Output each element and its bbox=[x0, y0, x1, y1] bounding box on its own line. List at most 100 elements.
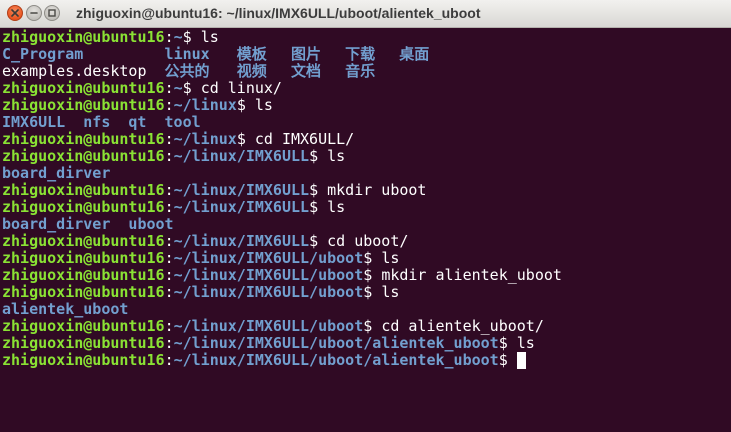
prompt-separator: : bbox=[164, 130, 174, 148]
directory-entry: 桌面 bbox=[399, 45, 430, 63]
prompt-line: zhiguoxin@ubuntu16:~/linux/IMX6ULL$ ls bbox=[2, 148, 731, 165]
directory-entry: 模板 bbox=[236, 45, 267, 63]
prompt-symbol: $ bbox=[363, 266, 373, 284]
directory-entry: board_dirver bbox=[2, 164, 111, 182]
prompt-line: zhiguoxin@ubuntu16:~/linux/IMX6ULL$ ls bbox=[2, 199, 731, 216]
file-entry: examples.desktop bbox=[2, 62, 147, 80]
prompt-path: ~/linux/IMX6ULL bbox=[173, 147, 310, 165]
prompt-line: zhiguoxin@ubuntu16:~/linux$ ls bbox=[2, 97, 731, 114]
ls-output-line: IMX6ULL nfs qt tool bbox=[2, 114, 731, 131]
prompt-separator: : bbox=[164, 334, 174, 352]
command-text: ls bbox=[327, 198, 346, 216]
prompt-line: zhiguoxin@ubuntu16:~/linux/IMX6ULL/uboot… bbox=[2, 284, 731, 301]
prompt-path: ~ bbox=[173, 79, 183, 97]
command-text: mkdir uboot bbox=[327, 181, 427, 199]
window-title: zhiguoxin@ubuntu16: ~/linux/IMX6ULL/uboo… bbox=[76, 5, 481, 21]
command-text: cd alientek_uboot/ bbox=[381, 317, 544, 335]
directory-entry: 视频 bbox=[236, 62, 267, 80]
title-bar[interactable]: zhiguoxin@ubuntu16: ~/linux/IMX6ULL/uboo… bbox=[0, 0, 731, 28]
prompt-line: zhiguoxin@ubuntu16:~/linux/IMX6ULL/uboot… bbox=[2, 318, 731, 335]
ls-output-line: C_Program linux 模板 图片 下载 桌面 bbox=[2, 46, 731, 63]
prompt-path: ~ bbox=[173, 28, 183, 46]
directory-entry: 公共的 bbox=[164, 62, 210, 80]
prompt-user-host: zhiguoxin@ubuntu16 bbox=[2, 96, 165, 114]
directory-entry: IMX6ULL bbox=[2, 113, 66, 131]
maximize-button[interactable] bbox=[44, 5, 60, 21]
ls-output-line: board_dirver bbox=[2, 165, 731, 182]
prompt-line: zhiguoxin@ubuntu16:~/linux/IMX6ULL$ cd u… bbox=[2, 233, 731, 250]
prompt-path: ~/linux/IMX6ULL bbox=[173, 232, 310, 250]
prompt-separator: : bbox=[164, 249, 174, 267]
directory-entry: board_dirver bbox=[2, 215, 111, 233]
prompt-line: zhiguoxin@ubuntu16:~/linux$ cd IMX6ULL/ bbox=[2, 131, 731, 148]
prompt-user-host: zhiguoxin@ubuntu16 bbox=[2, 79, 165, 97]
prompt-symbol: $ bbox=[309, 147, 319, 165]
ls-output-line: board_dirver uboot bbox=[2, 216, 731, 233]
directory-entry: 图片 bbox=[290, 45, 321, 63]
prompt-symbol: $ bbox=[236, 96, 246, 114]
prompt-path: ~/linux/IMX6ULL/uboot/alientek_uboot bbox=[173, 351, 499, 369]
maximize-icon bbox=[48, 9, 56, 17]
prompt-path: ~/linux/IMX6ULL/uboot bbox=[173, 283, 364, 301]
prompt-user-host: zhiguoxin@ubuntu16 bbox=[2, 317, 165, 335]
prompt-line: zhiguoxin@ubuntu16:~$ cd linux/ bbox=[2, 80, 731, 97]
prompt-separator: : bbox=[164, 79, 174, 97]
prompt-line: zhiguoxin@ubuntu16:~$ ls bbox=[2, 29, 731, 46]
prompt-user-host: zhiguoxin@ubuntu16 bbox=[2, 181, 165, 199]
prompt-user-host: zhiguoxin@ubuntu16 bbox=[2, 28, 165, 46]
directory-entry: tool bbox=[164, 113, 201, 131]
directory-entry: qt bbox=[128, 113, 147, 131]
command-text: ls bbox=[516, 334, 535, 352]
prompt-separator: : bbox=[164, 232, 174, 250]
prompt-separator: : bbox=[164, 147, 174, 165]
command-text: ls bbox=[381, 283, 400, 301]
prompt-line: zhiguoxin@ubuntu16:~/linux/IMX6ULL/uboot… bbox=[2, 267, 731, 284]
prompt-path: ~/linux/IMX6ULL/uboot bbox=[173, 317, 364, 335]
prompt-user-host: zhiguoxin@ubuntu16 bbox=[2, 249, 165, 267]
prompt-symbol: $ bbox=[363, 249, 373, 267]
prompt-symbol: $ bbox=[363, 317, 373, 335]
prompt-symbol: $ bbox=[309, 198, 319, 216]
terminal-body[interactable]: zhiguoxin@ubuntu16:~$ ls C_Program linux 模板… bbox=[0, 28, 731, 432]
prompt-path: ~/linux bbox=[173, 96, 237, 114]
directory-entry: nfs bbox=[83, 113, 111, 131]
close-button[interactable] bbox=[7, 5, 23, 21]
prompt-path: ~/linux/IMX6ULL/uboot bbox=[173, 249, 364, 267]
minimize-icon bbox=[30, 9, 38, 17]
prompt-path: ~/linux/IMX6ULL/uboot/alientek_uboot bbox=[173, 334, 499, 352]
prompt-symbol: $ bbox=[309, 232, 319, 250]
prompt-separator: : bbox=[164, 28, 174, 46]
prompt-path: ~/linux/IMX6ULL/uboot bbox=[173, 266, 364, 284]
close-icon bbox=[11, 9, 19, 17]
directory-entry: uboot bbox=[128, 215, 174, 233]
command-text: mkdir alientek_uboot bbox=[381, 266, 562, 284]
prompt-user-host: zhiguoxin@ubuntu16 bbox=[2, 198, 165, 216]
command-text: ls bbox=[200, 28, 219, 46]
prompt-path: ~/linux/IMX6ULL bbox=[173, 181, 310, 199]
prompt-separator: : bbox=[164, 266, 174, 284]
prompt-user-host: zhiguoxin@ubuntu16 bbox=[2, 147, 165, 165]
prompt-symbol: $ bbox=[236, 130, 246, 148]
text-cursor bbox=[516, 352, 526, 369]
prompt-symbol: $ bbox=[498, 351, 508, 369]
command-text: ls bbox=[254, 96, 273, 114]
prompt-separator: : bbox=[164, 317, 174, 335]
directory-entry: alientek_uboot bbox=[2, 300, 129, 318]
prompt-symbol: $ bbox=[309, 181, 319, 199]
prompt-path: ~/linux/IMX6ULL bbox=[173, 198, 310, 216]
prompt-separator: : bbox=[164, 96, 174, 114]
prompt-user-host: zhiguoxin@ubuntu16 bbox=[2, 130, 165, 148]
prompt-user-host: zhiguoxin@ubuntu16 bbox=[2, 232, 165, 250]
prompt-separator: : bbox=[164, 283, 174, 301]
directory-entry: 文档 bbox=[290, 62, 321, 80]
command-text: cd linux/ bbox=[200, 79, 282, 97]
prompt-line: zhiguoxin@ubuntu16:~/linux/IMX6ULL$ mkdi… bbox=[2, 182, 731, 199]
command-text: ls bbox=[381, 249, 400, 267]
prompt-user-host: zhiguoxin@ubuntu16 bbox=[2, 283, 165, 301]
minimize-button[interactable] bbox=[26, 5, 42, 21]
directory-entry: C_Program bbox=[2, 45, 84, 63]
prompt-symbol: $ bbox=[498, 334, 508, 352]
command-text: cd uboot/ bbox=[327, 232, 409, 250]
prompt-user-host: zhiguoxin@ubuntu16 bbox=[2, 351, 165, 369]
ls-output-line: alientek_uboot bbox=[2, 301, 731, 318]
